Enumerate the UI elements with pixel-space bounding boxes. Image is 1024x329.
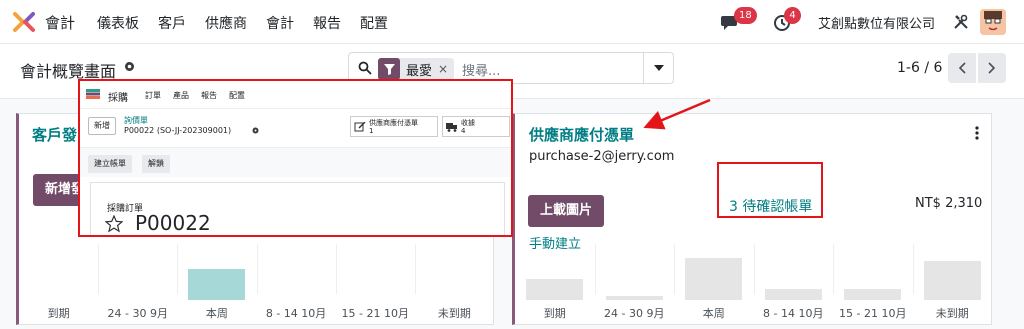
inset-breadcrumb-current: P00022 (SO-JJ-202309001)	[124, 126, 232, 135]
chart-divider	[912, 244, 914, 294]
chart-x-label: 本周	[702, 307, 725, 320]
chart-divider	[256, 244, 258, 294]
gear-icon	[252, 127, 259, 134]
chart-x-label: 到期	[47, 307, 70, 320]
kebab-menu-icon[interactable]	[975, 126, 979, 140]
user-avatar[interactable]	[980, 9, 1006, 35]
chart-divider	[98, 244, 100, 294]
journal-title[interactable]: 供應商應付憑單	[529, 124, 634, 145]
accounting-app-icon[interactable]	[13, 11, 35, 33]
facet-label: 最愛	[406, 63, 433, 79]
inset-bills-label: 供應商應付憑單	[369, 119, 418, 127]
gear-icon[interactable]	[123, 60, 136, 73]
company-switcher[interactable]: 艾創點數位有限公司	[818, 13, 935, 32]
inset-create-bill-button: 建立帳單	[88, 155, 132, 173]
filter-icon	[378, 58, 400, 80]
chart-divider	[594, 244, 596, 294]
chart-bar[interactable]	[764, 288, 822, 300]
inset-menu: 訂單 產品 報告 配置	[145, 90, 257, 101]
chart-bar[interactable]	[685, 258, 743, 300]
inset-receipts-count: 4	[461, 127, 466, 135]
upload-image-button[interactable]: 上載圖片	[528, 195, 605, 227]
edit-icon	[354, 122, 366, 132]
inset-receipts-smart-button: 收據 4	[442, 116, 510, 137]
chart-x-label: 本周	[205, 307, 228, 320]
chart-x-label: 15 - 21 10月	[341, 307, 409, 320]
annotation-box	[717, 162, 823, 218]
inset-menu-products: 產品	[173, 91, 189, 100]
inset-app-name: 採購	[108, 93, 128, 104]
inset-menu-configuration: 配置	[229, 91, 245, 100]
bills-amount: NT$ 2,310	[915, 196, 983, 211]
menu-configuration[interactable]: 配置	[360, 13, 388, 33]
chart-bar[interactable]	[923, 260, 981, 300]
right-x-labels: 到期 24 - 30 9月 本周 8 - 14 10月 15 - 21 10月 未到期	[515, 300, 991, 324]
inset-unlock-button: 解鎖	[142, 155, 170, 173]
inset-navbar: 採購 訂單 產品 報告 配置	[80, 81, 511, 109]
activities-badge: 4	[784, 7, 801, 24]
menu-dashboard[interactable]: 儀表板	[97, 13, 139, 33]
star-icon	[105, 215, 123, 233]
purchase-order-inset: 採購 訂單 產品 報告 配置 新增 詢價單 P00022 (SO-JJ-2023…	[78, 79, 513, 237]
menu-vendors[interactable]: 供應商	[205, 13, 247, 33]
chart-x-label: 未到期	[935, 307, 969, 320]
chart-divider	[833, 244, 834, 294]
inset-breadcrumb-parent: 詢價單	[124, 116, 148, 125]
left-x-labels: 到期 24 - 30 9月 本周 8 - 14 10月 15 - 21 10月 未到期	[19, 300, 493, 324]
caret-down-icon	[653, 65, 664, 71]
top-navbar: 會計 儀表板 客戶 供應商 會計 報告 配置 18 4 艾創點數位有限公司	[0, 0, 1024, 44]
journal-title[interactable]: 客戶發	[32, 124, 77, 145]
inset-toolbar: 建立帳單 解鎖	[80, 147, 511, 177]
inset-menu-orders: 訂單	[145, 91, 161, 100]
truck-icon	[446, 123, 457, 132]
right-journal-chart: 到期 24 - 30 9月 本周 8 - 14 10月 15 - 21 10月 未到期	[515, 240, 991, 324]
inset-new-button: 新增	[88, 117, 116, 135]
left-bar-row	[19, 240, 493, 300]
left-journal-chart: 到期 24 - 30 9月 本周 8 - 14 10月 15 - 21 10月 未到期	[19, 240, 493, 324]
search-facet: 最愛 ×	[378, 58, 455, 80]
inset-vendor-bills-smart-button: 供應商應付憑單 1	[350, 116, 438, 137]
chart-bar[interactable]	[188, 269, 246, 300]
inset-form-sheet: 採購訂單 P00022	[90, 182, 505, 235]
chart-x-label: 24 - 30 9月	[107, 307, 168, 320]
menu-reporting[interactable]: 報告	[313, 13, 341, 33]
pager-previous-button[interactable]	[948, 53, 976, 83]
messages-badge: 18	[734, 7, 757, 24]
chart-x-label: 8 - 14 10月	[265, 307, 327, 320]
main-menu: 儀表板 客戶 供應商 會計 報告 配置	[97, 13, 407, 33]
tools-icon[interactable]	[953, 14, 969, 30]
chart-x-label: 到期	[543, 307, 566, 320]
search-options-toggle[interactable]	[643, 53, 673, 83]
chart-divider	[177, 244, 179, 294]
chart-divider	[753, 244, 755, 294]
chart-x-label: 未到期	[437, 307, 471, 320]
chart-bar[interactable]	[844, 288, 902, 300]
chart-divider	[335, 244, 337, 294]
journal-email: purchase-2@jerry.com	[529, 149, 675, 164]
chart-divider	[674, 244, 675, 294]
chevron-right-icon	[988, 62, 996, 74]
inset-bills-count: 1	[369, 127, 374, 135]
app-name[interactable]: 會計	[45, 12, 75, 33]
purchase-app-icon	[86, 89, 100, 99]
pager-value[interactable]: 1-6 / 6	[897, 60, 942, 76]
chart-bar[interactable]	[526, 278, 584, 300]
search-icon	[358, 61, 372, 75]
vendor-bills-journal-card: 供應商應付憑單 purchase-2@jerry.com 上載圖片 3 待確認帳…	[512, 113, 992, 325]
right-bar-row	[515, 240, 991, 300]
menu-accounting[interactable]: 會計	[266, 13, 294, 33]
chart-x-label: 24 - 30 9月	[604, 307, 665, 320]
inset-menu-reporting: 報告	[201, 91, 217, 100]
chevron-left-icon	[958, 62, 966, 74]
chart-x-label: 15 - 21 10月	[839, 307, 907, 320]
menu-customers[interactable]: 客戶	[158, 13, 186, 33]
facet-remove-icon[interactable]: ×	[438, 62, 454, 76]
inset-receipts-label: 收據	[461, 119, 475, 127]
search-input[interactable]: 搜尋...	[462, 60, 500, 79]
chart-x-label: 8 - 14 10月	[763, 307, 824, 320]
pager-next-button[interactable]	[978, 53, 1006, 83]
chart-divider	[414, 244, 416, 294]
inset-order-reference: P00022	[135, 211, 211, 235]
